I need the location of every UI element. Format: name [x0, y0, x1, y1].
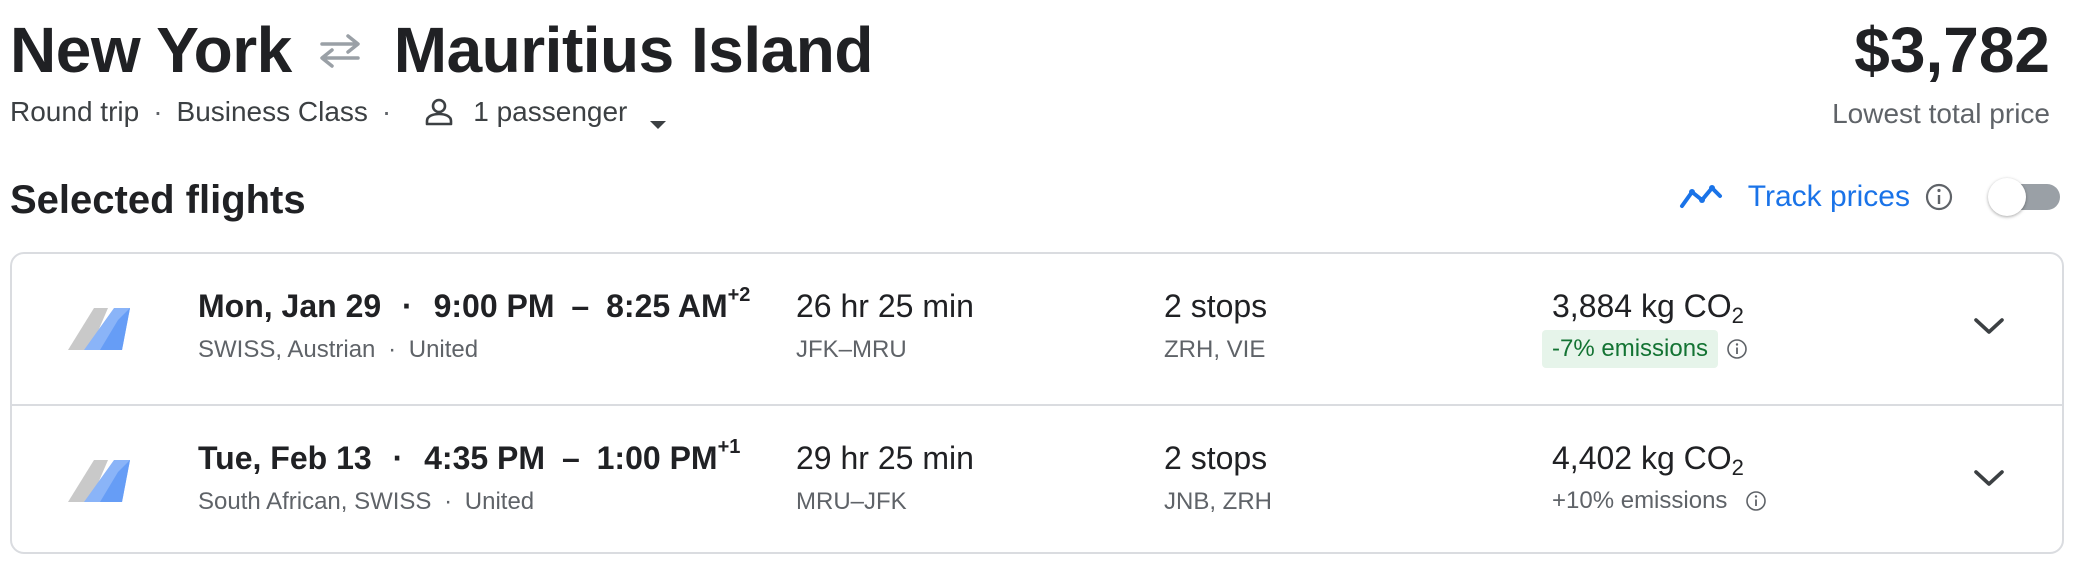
- chevron-down-icon[interactable]: [649, 106, 667, 129]
- person-icon: [423, 96, 455, 128]
- flight-date: Mon, Jan 29: [198, 288, 382, 324]
- flight-times: Mon, Jan 29 · 9:00 PM – 8:25 AM+2: [198, 284, 750, 325]
- departure-time: 4:35 PM: [424, 440, 546, 476]
- arrival-time: 1:00 PM: [596, 440, 718, 476]
- flight-duration: 26 hr 25 min: [796, 288, 974, 324]
- price-summary: $3,782 Lowest total price: [1832, 10, 2050, 130]
- emissions-badge: -7% emissions: [1542, 330, 1719, 368]
- trend-line-icon: [1678, 182, 1724, 212]
- passenger-selector[interactable]: 1 passenger: [473, 96, 627, 128]
- airline-names: South African, SWISS: [198, 488, 432, 515]
- flight-row[interactable]: Mon, Jan 29 · 9:00 PM – 8:25 AM+2 SWISS,…: [12, 254, 2062, 404]
- chevron-down-icon[interactable]: [1972, 314, 2006, 338]
- co2-amount: 3,884 kg CO2: [1552, 288, 1744, 328]
- toggle-knob: [1988, 178, 2026, 216]
- arrival-time: 8:25 AM: [606, 288, 728, 324]
- airline-tail-icon: [64, 456, 144, 506]
- selected-flights-card: Mon, Jan 29 · 9:00 PM – 8:25 AM+2 SWISS,…: [10, 252, 2064, 554]
- flight-times: Tue, Feb 13 · 4:35 PM – 1:00 PM+1: [198, 436, 740, 477]
- co2-amount: 4,402 kg CO2: [1552, 440, 1744, 480]
- co2-value: 3,884 kg CO: [1552, 288, 1732, 324]
- co2-value: 4,402 kg CO: [1552, 440, 1732, 476]
- day-offset: +1: [717, 436, 741, 458]
- separator-dot: ·: [381, 96, 392, 127]
- destination-city: Mauritius Island: [393, 14, 874, 86]
- separator-dot: ·: [153, 96, 163, 127]
- track-prices[interactable]: Track prices: [1678, 178, 2064, 216]
- stop-count: 2 stops: [1164, 440, 1268, 476]
- layover-airports: JNB, ZRH: [1164, 488, 1272, 515]
- airport-codes: MRU–JFK: [796, 488, 907, 515]
- origin-city: New York: [10, 14, 292, 86]
- flight-date: Tue, Feb 13: [198, 440, 372, 476]
- total-price: $3,782: [1854, 14, 2050, 86]
- stop-count: 2 stops: [1164, 288, 1268, 324]
- trip-header: New York Mauritius Island Round trip · B…: [10, 10, 2064, 130]
- trip-options: Round trip · Business Class · 1 passenge…: [10, 96, 2064, 129]
- day-offset: +2: [727, 284, 751, 306]
- info-icon[interactable]: [1726, 338, 1748, 360]
- emissions-info: +10% emissions: [1542, 482, 1767, 520]
- price-label: Lowest total price: [1832, 98, 2050, 129]
- cabin-class: Business Class: [176, 96, 368, 127]
- operator-name: United: [408, 336, 479, 363]
- airline-tail-icon: [64, 304, 144, 354]
- time-dash: –: [571, 288, 590, 324]
- trip-type: Round trip: [10, 96, 140, 127]
- separator-dot: ·: [402, 288, 413, 324]
- co2-subscript: 2: [1731, 455, 1744, 480]
- route-title: New York Mauritius Island: [10, 10, 2064, 90]
- track-prices-toggle[interactable]: [1988, 178, 2064, 216]
- emissions-text: +10% emissions: [1552, 487, 1728, 514]
- info-icon[interactable]: [1924, 182, 1954, 212]
- separator-dot: ·: [444, 488, 453, 515]
- airlines: South African, SWISS · United: [198, 488, 534, 516]
- co2-subscript: 2: [1731, 303, 1744, 328]
- chevron-down-icon[interactable]: [1972, 466, 2006, 490]
- track-prices-label[interactable]: Track prices: [1748, 180, 1910, 214]
- section-title: Selected flights: [10, 178, 306, 222]
- airport-codes: JFK–MRU: [796, 336, 907, 363]
- airline-names: SWISS, Austrian: [198, 336, 376, 363]
- airlines: SWISS, Austrian · United: [198, 336, 478, 364]
- operator-name: United: [464, 488, 535, 515]
- time-dash: –: [561, 440, 580, 476]
- info-icon[interactable]: [1745, 490, 1767, 512]
- separator-dot: ·: [388, 336, 397, 363]
- flight-duration: 29 hr 25 min: [796, 440, 974, 476]
- layover-airports: ZRH, VIE: [1164, 336, 1266, 363]
- departure-time: 9:00 PM: [433, 288, 555, 324]
- flight-row[interactable]: Tue, Feb 13 · 4:35 PM – 1:00 PM+1 South …: [12, 404, 2062, 554]
- swap-arrows-icon: [314, 30, 366, 70]
- separator-dot: ·: [392, 440, 404, 476]
- emissions-info: -7% emissions: [1542, 330, 1748, 368]
